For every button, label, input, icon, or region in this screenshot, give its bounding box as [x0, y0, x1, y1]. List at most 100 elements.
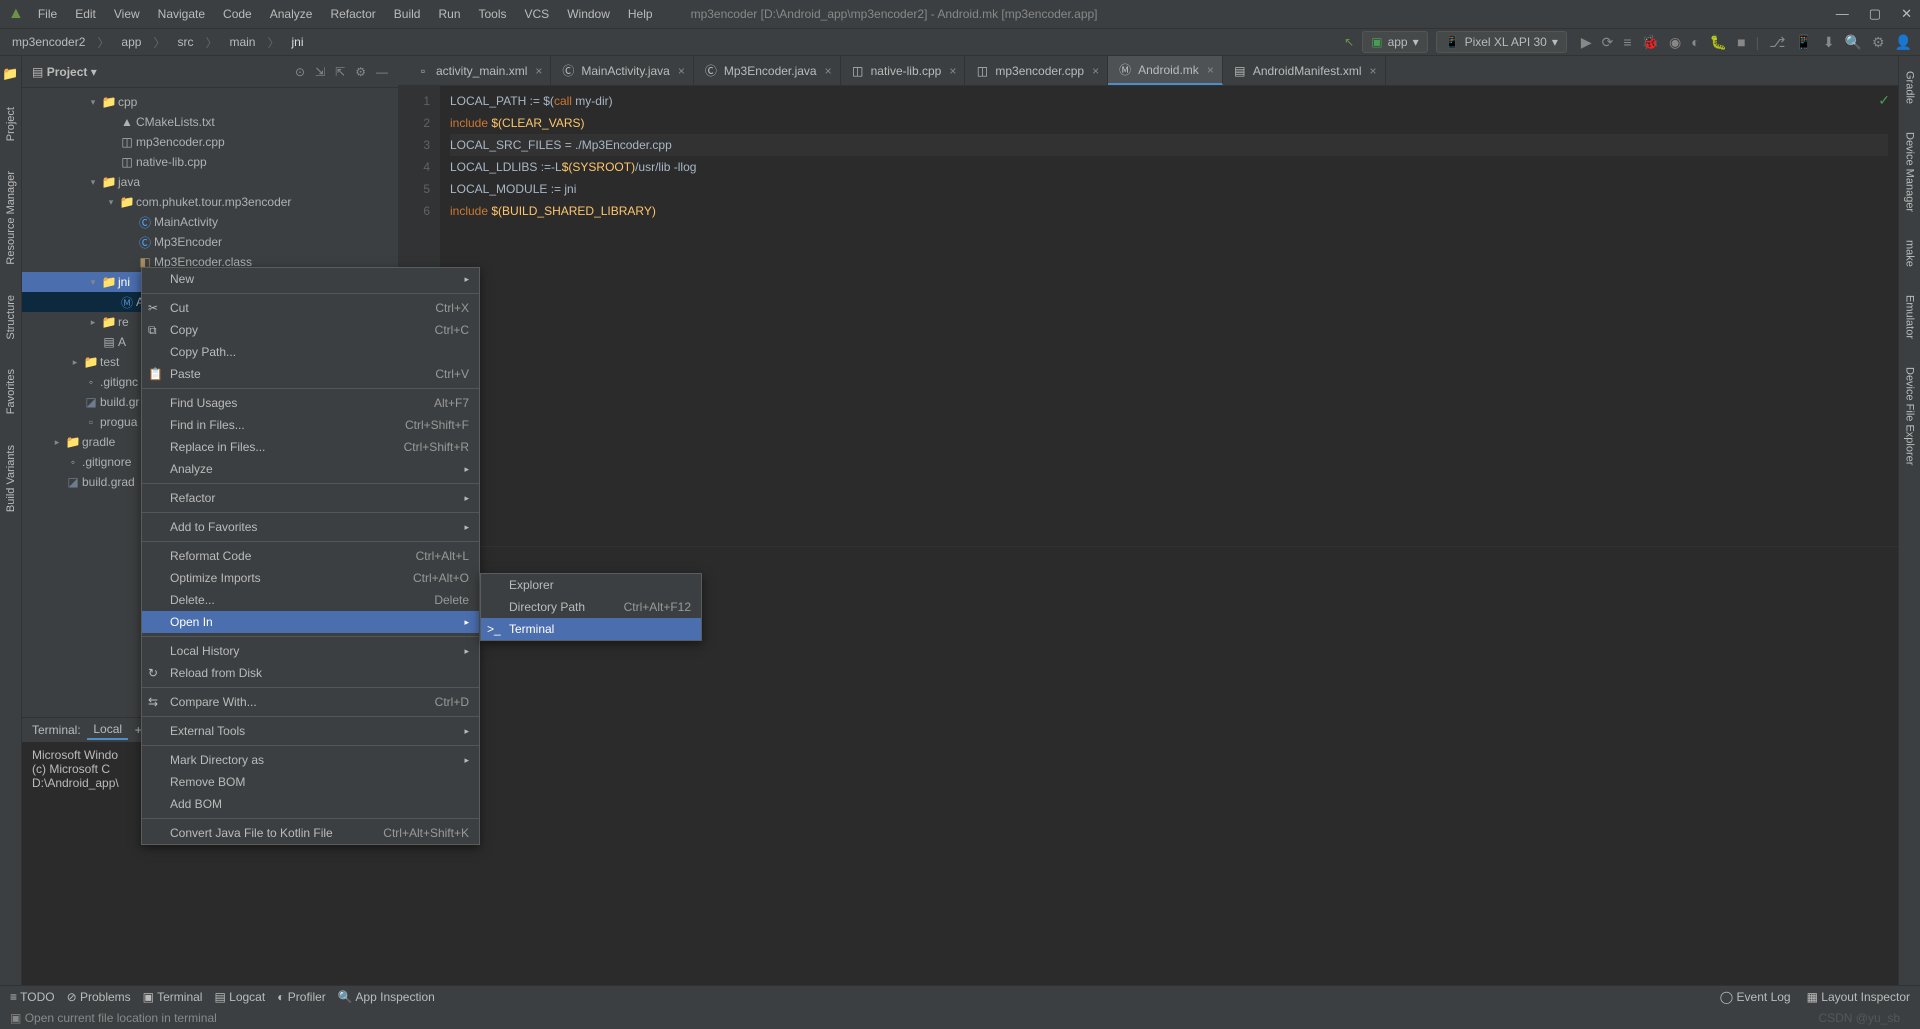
rail-file-explorer[interactable]: Device File Explorer	[1902, 362, 1918, 470]
code-text[interactable]: LOCAL_PATH := $(call my-dir)include $(CL…	[440, 86, 1898, 546]
menu-convert-java-file-to-kotlin-file[interactable]: Convert Java File to Kotlin FileCtrl+Alt…	[142, 822, 479, 844]
hide-icon[interactable]: —	[376, 65, 388, 79]
close-icon[interactable]: ×	[949, 64, 956, 78]
minimize-icon[interactable]: —	[1836, 6, 1849, 22]
menu-refactor[interactable]: Refactor	[322, 3, 383, 25]
tab-android-mk[interactable]: ⓂAndroid.mk×	[1108, 56, 1223, 85]
apply-changes-icon[interactable]: ⟳	[1602, 34, 1614, 51]
menu-delete-[interactable]: Delete...Delete	[142, 589, 479, 611]
close-icon[interactable]: ×	[535, 64, 542, 78]
rail-build-variants[interactable]: Build Variants	[3, 440, 19, 517]
menu-reformat-code[interactable]: Reformat CodeCtrl+Alt+L	[142, 545, 479, 567]
tree-item-cmakelists-txt[interactable]: ▲CMakeLists.txt	[22, 112, 398, 132]
sync-icon[interactable]: ↖	[1344, 35, 1354, 49]
rail-favorites[interactable]: Favorites	[3, 364, 19, 419]
menu-build[interactable]: Build	[386, 3, 429, 25]
breadcrumb-item[interactable]: mp3encoder2	[8, 33, 89, 51]
menu-local-history[interactable]: Local History▸	[142, 640, 479, 662]
device-selector[interactable]: 📱Pixel XL API 30▾	[1436, 31, 1567, 53]
bottom-tab-terminal[interactable]: ▣ Terminal	[143, 990, 203, 1004]
bottom-tab-profiler[interactable]: ◐ Profiler	[277, 990, 326, 1004]
menu-replace-in-files-[interactable]: Replace in Files...Ctrl+Shift+R	[142, 436, 479, 458]
tab-mp3encoder-java[interactable]: ⒸMp3Encoder.java×	[694, 56, 841, 85]
menu-help[interactable]: Help	[620, 3, 661, 25]
menu-cut[interactable]: ✂CutCtrl+X	[142, 297, 479, 319]
rail-make[interactable]: make	[1902, 235, 1918, 272]
rail-project[interactable]: Project	[3, 102, 19, 146]
sdk-icon[interactable]: ⬇	[1823, 34, 1835, 51]
bottom-tab-todo[interactable]: ≡ TODO	[10, 990, 55, 1004]
menu-copy[interactable]: ⧉CopyCtrl+C	[142, 319, 479, 341]
run-icon[interactable]: ▶	[1581, 34, 1592, 51]
collapse-icon[interactable]: ⇱	[335, 65, 345, 79]
layout-inspector[interactable]: ▦ Layout Inspector	[1807, 990, 1910, 1004]
breadcrumb-item[interactable]: main	[225, 33, 259, 51]
rail-structure[interactable]: Structure	[3, 290, 19, 345]
chevron-down-icon[interactable]: ▾	[87, 65, 96, 79]
stop-icon[interactable]: ■	[1737, 34, 1745, 51]
menu-copy-path-[interactable]: Copy Path...	[142, 341, 479, 363]
apply-code-changes-icon[interactable]: ≡	[1623, 34, 1631, 51]
menu-analyze[interactable]: Analyze▸	[142, 458, 479, 480]
tree-item-mp3encoder[interactable]: ⒸMp3Encoder	[22, 232, 398, 252]
breadcrumb[interactable]: mp3encoder2〉 app〉 src〉 main〉 jni	[8, 32, 308, 53]
menu-analyze[interactable]: Analyze	[262, 3, 321, 25]
menu-optimize-imports[interactable]: Optimize ImportsCtrl+Alt+O	[142, 567, 479, 589]
tab-native-lib-cpp[interactable]: ◫native-lib.cpp×	[841, 56, 966, 85]
code-area[interactable]: 123456 LOCAL_PATH := $(call my-dir)inclu…	[398, 86, 1898, 546]
maximize-icon[interactable]: ▢	[1869, 6, 1881, 22]
menu-remove-bom[interactable]: Remove BOM	[142, 771, 479, 793]
menu-add-bom[interactable]: Add BOM	[142, 793, 479, 815]
menu-window[interactable]: Window	[559, 3, 618, 25]
tree-item-com-phuket-tour-mp3encoder[interactable]: ▾📁com.phuket.tour.mp3encoder	[22, 192, 398, 212]
tab-activity-main-xml[interactable]: ▫activity_main.xml×	[406, 56, 551, 85]
settings-icon[interactable]: ⚙	[1872, 34, 1885, 51]
bottom-tab-app-inspection[interactable]: 🔍 App Inspection	[338, 990, 435, 1004]
close-icon[interactable]: ×	[825, 64, 832, 78]
breadcrumb-item[interactable]: jni	[288, 33, 308, 51]
git-icon[interactable]: ⎇	[1769, 34, 1785, 51]
submenu-terminal[interactable]: >_Terminal	[481, 618, 701, 640]
account-icon[interactable]: 👤	[1895, 34, 1912, 51]
menu-find-in-files-[interactable]: Find in Files...Ctrl+Shift+F	[142, 414, 479, 436]
terminal-add-icon[interactable]: +	[128, 723, 142, 737]
close-icon[interactable]: ×	[1092, 64, 1099, 78]
project-tab-icon[interactable]: 📁	[2, 66, 18, 82]
tab-androidmanifest-xml[interactable]: ▤AndroidManifest.xml×	[1223, 56, 1386, 85]
run-config-selector[interactable]: ▣app▾	[1362, 31, 1427, 53]
menu-refactor[interactable]: Refactor▸	[142, 487, 479, 509]
bottom-tab-logcat[interactable]: ▤ Logcat	[214, 990, 265, 1004]
close-icon[interactable]: ×	[678, 64, 685, 78]
submenu-explorer[interactable]: Explorer	[481, 574, 701, 596]
select-file-icon[interactable]: ⊙	[295, 65, 305, 79]
gear-icon[interactable]: ⚙	[355, 65, 366, 79]
submenu-open-in[interactable]: ExplorerDirectory PathCtrl+Alt+F12>_Term…	[480, 573, 702, 641]
menu-open-in[interactable]: Open In▸	[142, 611, 479, 633]
attach-icon[interactable]: 🐛	[1710, 34, 1727, 51]
tree-item-mainactivity[interactable]: ⒸMainActivity	[22, 212, 398, 232]
coverage-icon[interactable]: ◉	[1669, 34, 1681, 51]
menu-view[interactable]: View	[106, 3, 148, 25]
tree-item-java[interactable]: ▾📁java	[22, 172, 398, 192]
tree-item-cpp[interactable]: ▾📁cpp	[22, 92, 398, 112]
rail-emulator[interactable]: Emulator	[1902, 290, 1918, 344]
menu-add-to-favorites[interactable]: Add to Favorites▸	[142, 516, 479, 538]
terminal-tab-local[interactable]: Local	[87, 720, 128, 740]
tree-item-mp3encoder-cpp[interactable]: ◫mp3encoder.cpp	[22, 132, 398, 152]
menu-find-usages[interactable]: Find UsagesAlt+F7	[142, 392, 479, 414]
menu-run[interactable]: Run	[430, 3, 468, 25]
menu-code[interactable]: Code	[215, 3, 260, 25]
breadcrumb-item[interactable]: app	[117, 33, 145, 51]
search-icon[interactable]: 🔍	[1845, 34, 1862, 51]
tab-mp3encoder-cpp[interactable]: ◫mp3encoder.cpp×	[965, 56, 1108, 85]
close-icon[interactable]: ×	[1370, 64, 1377, 78]
menu-compare-with-[interactable]: ⇆Compare With...Ctrl+D	[142, 691, 479, 713]
event-log[interactable]: ◯ Event Log	[1720, 990, 1791, 1004]
bottom-tab-problems[interactable]: ⊘ Problems	[67, 990, 131, 1004]
debug-icon[interactable]: 🐞	[1642, 34, 1659, 51]
profiler-icon[interactable]: ◐	[1691, 34, 1699, 51]
expand-icon[interactable]: ⇲	[315, 65, 325, 79]
avd-icon[interactable]: 📱	[1795, 34, 1812, 51]
close-icon[interactable]: ×	[1207, 63, 1214, 77]
menu-new[interactable]: New▸	[142, 268, 479, 290]
